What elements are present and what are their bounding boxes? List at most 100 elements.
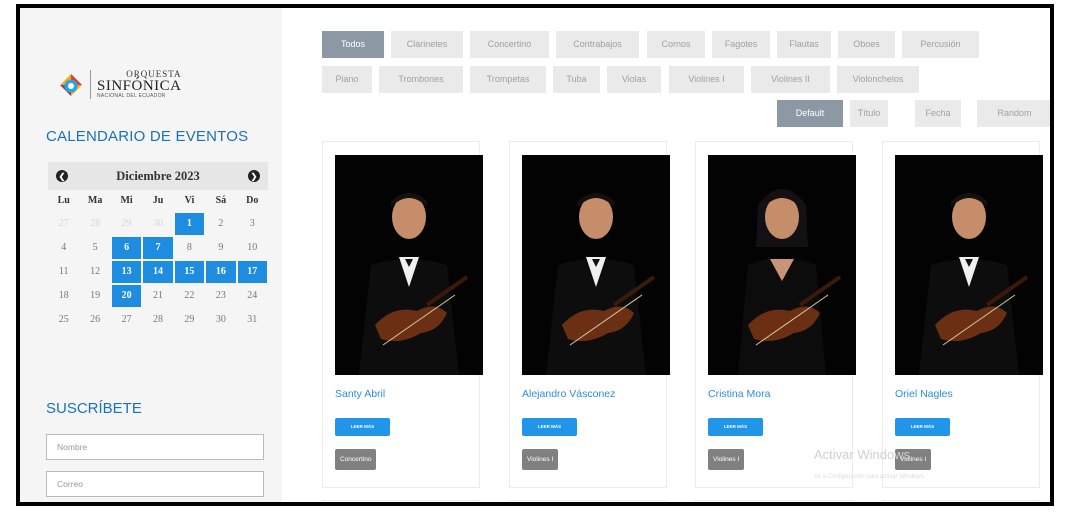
calendar-day: 2 (218, 218, 224, 229)
musician-card: Alejandro Vásconez LEER MÁS Violines I (509, 141, 670, 488)
calendar-day: 12 (90, 266, 101, 277)
musician-photo[interactable] (335, 155, 483, 375)
musician-card-partial (509, 500, 667, 502)
calendar-day-event[interactable]: 14 (143, 261, 173, 283)
calendar-header: ❮ Diciembre 2023 ❯ (48, 162, 268, 190)
filter-button[interactable]: Fagotes (712, 31, 770, 58)
calendar-month-label: Diciembre 2023 (116, 168, 200, 183)
calendar-day: 23 (215, 290, 226, 301)
read-more-button[interactable]: LEER MÁS (335, 418, 390, 436)
calendar-day-event[interactable]: 20 (111, 285, 142, 307)
calendar-day-event[interactable]: 16 (206, 261, 236, 283)
filter-button[interactable]: Violonchelos (837, 66, 919, 93)
filter-button[interactable]: Trompetas (470, 66, 546, 93)
filter-button[interactable]: Percusión (902, 31, 979, 58)
calendar-day: 30 (215, 314, 226, 325)
calendar-day: 9 (218, 242, 224, 253)
browser-viewport: ORQUESTA SINFÓNICA NACIONAL DEL ECUADOR … (16, 4, 1054, 506)
calendar-day: 28 (152, 314, 163, 325)
event-calendar: ❮ Diciembre 2023 ❯ Lu Ma Mi Ju Vi Sá Do 27 28 29… (48, 162, 268, 332)
calendar-day-event[interactable]: 6 (111, 237, 142, 259)
musician-name-link[interactable]: Cristina Mora (708, 388, 770, 400)
calendar-day: 3 (249, 218, 255, 229)
filter-button[interactable]: Trombones (379, 66, 463, 93)
windows-activation-hint: Ve a Configuración para activar Windows. (814, 474, 926, 480)
calendar-day: 21 (152, 290, 163, 301)
filter-button[interactable]: Contrabajos (556, 31, 639, 58)
filter-button[interactable]: Violas (607, 66, 661, 93)
name-field[interactable]: Nombre (46, 434, 264, 460)
calendar-day-event[interactable]: 1 (174, 213, 205, 235)
calendar-weekday: Ju (152, 195, 164, 206)
subscribe-title: SUSCRÍBETE (46, 400, 142, 417)
musician-card: Cristina Mora LEER MÁS Violines I (695, 141, 856, 488)
calendar-day-event[interactable]: 7 (143, 237, 173, 259)
sidebar: ORQUESTA SINFÓNICA NACIONAL DEL ECUADOR … (20, 8, 282, 502)
calendar-day: 24 (247, 290, 258, 301)
read-more-button[interactable]: LEER MÁS (522, 418, 577, 436)
calendar-day-event[interactable]: 15 (174, 261, 205, 283)
chevron-right-icon[interactable]: ❯ (248, 170, 260, 182)
calendar-day: 22 (184, 290, 195, 301)
filter-button[interactable]: Violines II (751, 66, 830, 93)
sort-button[interactable]: Título (850, 100, 888, 127)
musicians-area: Todos Clarinetes Concertino Contrabajos Corn… (282, 8, 1050, 502)
musician-photo[interactable] (522, 155, 670, 375)
calendar-weekday: Mi (120, 195, 133, 206)
filter-button[interactable]: Flautas (777, 31, 831, 58)
calendar-day: 25 (58, 314, 69, 325)
filter-button[interactable]: Piano (322, 66, 372, 93)
calendar-day: 28 (90, 218, 101, 229)
calendar-weekday: Vi (184, 195, 195, 206)
calendar-day: 8 (186, 242, 192, 253)
section-tag[interactable]: Violines I (708, 449, 745, 470)
email-field[interactable]: Correo (46, 471, 264, 497)
calendar-day: 18 (58, 290, 69, 301)
windows-activation-watermark: Activar Windows (814, 447, 911, 462)
musician-name-link[interactable]: Alejandro Vásconez (522, 388, 615, 400)
filter-button[interactable]: Concertino (470, 31, 549, 58)
musician-name-link[interactable]: Santy Abril (335, 388, 385, 400)
musician-card: Oriel Nagles LEER MÁS Violines I (882, 141, 1043, 488)
musician-photo[interactable] (708, 155, 856, 375)
read-more-button[interactable]: LEER MÁS (895, 418, 950, 436)
calendar-day: 19 (90, 290, 101, 301)
filter-button[interactable]: Todos (322, 31, 384, 58)
musician-card-partial (882, 500, 1040, 502)
calendar-weekday: Lu (57, 195, 70, 206)
logo-wordmark: ORQUESTA SINFÓNICA NACIONAL DEL ECUADOR (90, 70, 182, 99)
calendar-day: 27 (121, 314, 132, 325)
musician-card-partial (322, 500, 480, 502)
filter-button[interactable]: Cornos (647, 31, 705, 58)
musician-name-link[interactable]: Oriel Nagles (895, 388, 953, 400)
calendar-weekday: Ma (87, 195, 103, 206)
calendar-day-event[interactable]: 13 (111, 261, 142, 283)
calendar-weekdays: Lu Ma Mi Ju Vi Sá Do (48, 190, 268, 212)
musician-card: Santy Abril LEER MÁS Concertino (322, 141, 483, 488)
calendar-day: 29 (184, 314, 195, 325)
calendar-day: 31 (247, 314, 258, 325)
calendar-day: 26 (90, 314, 101, 325)
sort-button[interactable]: Random (977, 100, 1050, 127)
orchestra-logo[interactable]: ORQUESTA SINFÓNICA NACIONAL DEL ECUADOR (58, 70, 182, 99)
sort-button[interactable]: Fecha (915, 100, 961, 127)
musician-photo[interactable] (895, 155, 1043, 375)
calendar-day: 29 (121, 218, 132, 229)
section-tag[interactable]: Violines I (522, 449, 559, 470)
chevron-left-icon[interactable]: ❮ (56, 170, 68, 182)
sort-button[interactable]: Default (777, 100, 843, 127)
logo-main-text: SINFÓNICA (97, 78, 182, 94)
logo-sub-text: NACIONAL DEL ECUADOR (97, 93, 166, 99)
filter-button[interactable]: Oboes (838, 31, 895, 58)
filter-button[interactable]: Violines I (669, 66, 744, 93)
read-more-button[interactable]: LEER MÁS (708, 418, 763, 436)
calendar-day: 27 (58, 218, 69, 229)
calendar-days: 27 28 29 30 1 2 3 4 5 6 7 8 9 10 11 12 13 14 15 16 17 18 19 20 2… (48, 212, 268, 332)
filter-button[interactable]: Clarinetes (391, 31, 463, 58)
musician-card-partial (695, 500, 853, 502)
calendar-day-event[interactable]: 17 (237, 261, 267, 283)
section-tag[interactable]: Concertino (335, 449, 377, 470)
calendar-day: 5 (92, 242, 98, 253)
filter-button[interactable]: Tuba (553, 66, 600, 93)
calendar-day: 11 (58, 266, 69, 277)
